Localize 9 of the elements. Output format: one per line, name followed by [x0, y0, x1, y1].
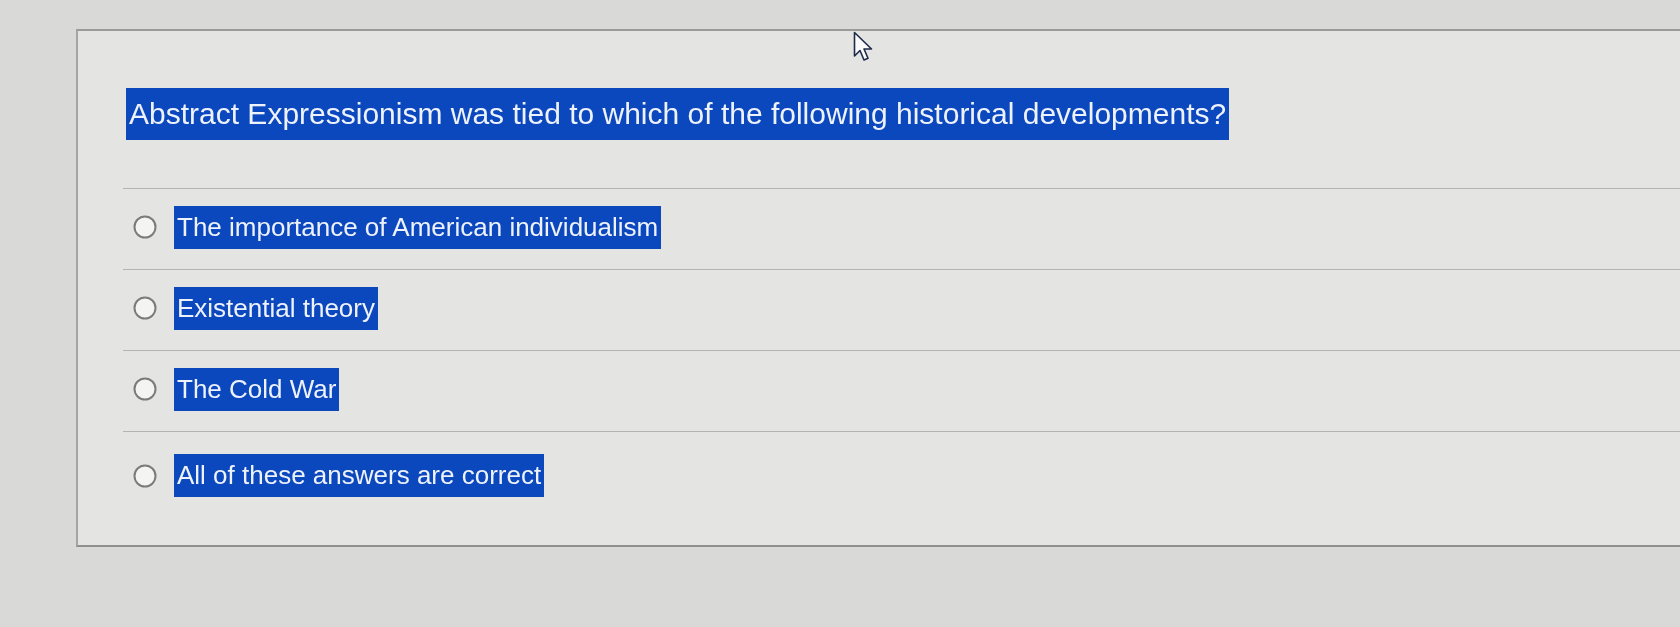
radio-button[interactable] [133, 463, 157, 488]
radio-button[interactable] [133, 296, 157, 320]
answer-option-label[interactable]: The Cold War [174, 367, 340, 411]
radio-button[interactable] [133, 377, 157, 401]
radio-button[interactable] [133, 215, 157, 239]
answer-option-label[interactable]: Existential theory [174, 286, 378, 330]
answer-option-label[interactable]: The importance of American individualism [174, 205, 662, 249]
question-text: Abstract Expressionism was tied to which of the following historical developments? [126, 88, 1230, 140]
answer-option-label[interactable]: All of these answers are correct [174, 454, 545, 497]
